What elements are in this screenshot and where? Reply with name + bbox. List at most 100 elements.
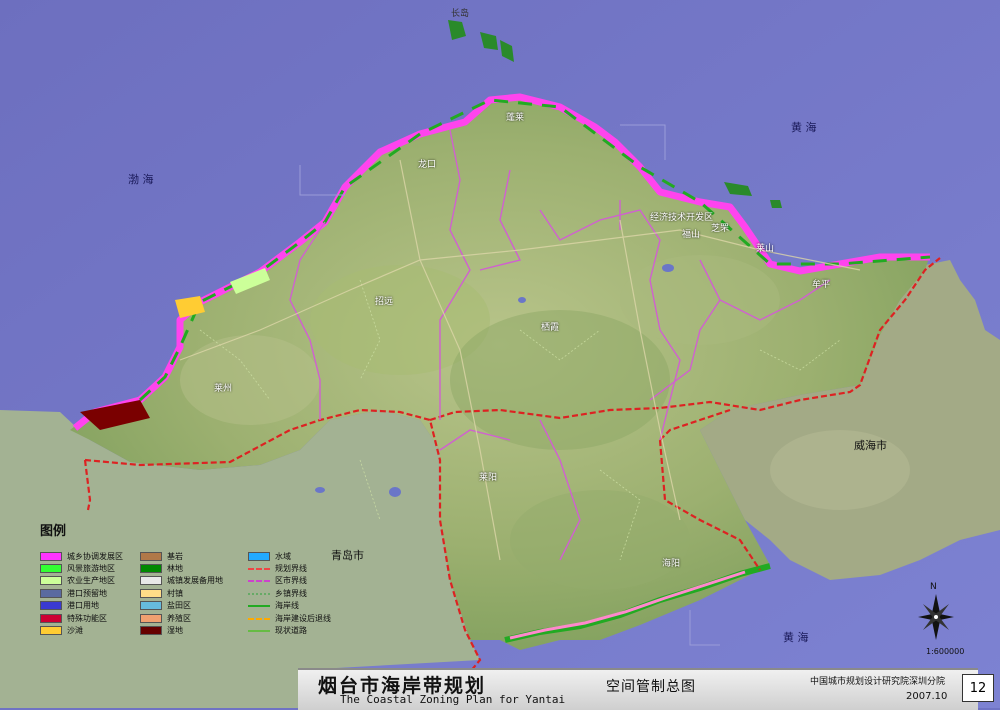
legend-item-label: 农业生产地区 — [67, 576, 115, 586]
legend-item-label: 港口预留地 — [67, 588, 107, 598]
legend-color-swatch — [40, 613, 62, 623]
legend-item: 现状道路 — [248, 624, 331, 636]
north-label: N — [930, 582, 937, 592]
legend-item: 海岸线 — [248, 600, 331, 612]
legend-item-label: 乡镇界线 — [275, 588, 307, 598]
huanghai-south-label: 黄 海 — [783, 631, 809, 644]
legend-item-label: 风景旅游地区 — [67, 564, 115, 574]
reservoir — [389, 487, 401, 497]
map-legend: 图例 城乡协调发展区 风景旅游地区 农业生产地区 港口预留地港口用地特殊功能区沙滩 基… — [38, 520, 368, 670]
page-number: 12 — [962, 674, 994, 702]
place-laishan: 莱山 — [756, 244, 775, 254]
place-zhaoyuan: 招远 — [375, 297, 394, 307]
legend-item: 养殖区 — [140, 612, 223, 624]
place-kaifaqu: 经济技术开发区 — [650, 213, 714, 223]
legend-color-swatch — [40, 626, 62, 636]
legend-item: 规划界线 — [248, 562, 331, 574]
legend-color-swatch — [140, 576, 162, 586]
place-muping: 牟平 — [812, 280, 831, 290]
legend-item-label: 沙滩 — [67, 626, 83, 636]
legend-item-label: 林地 — [167, 564, 183, 574]
north-arrow: N — [916, 582, 956, 644]
place-laizhou: 莱州 — [214, 384, 233, 394]
legend-color-swatch — [248, 551, 270, 561]
legend-item-label: 现状道路 — [275, 626, 307, 636]
legend-item: 沙滩 — [40, 624, 123, 636]
legend-item-label: 村镇 — [167, 588, 183, 598]
weihai-city-label: 威海市 — [854, 439, 887, 452]
legend-item-label: 区市界线 — [275, 576, 307, 586]
legend-item: 城乡协调发展区 — [40, 550, 123, 562]
terrain-patch — [180, 335, 320, 425]
legend-column-zones: 城乡协调发展区 风景旅游地区 农业生产地区 港口预留地港口用地特殊功能区沙滩 — [40, 550, 123, 637]
legend-column-lines: 水域规划界线区市界线乡镇界线海岸线海岸建设后退线 现状道路 — [248, 550, 331, 637]
map-subtitle: 空间管制总图 — [606, 679, 696, 695]
legend-item-label: 湿地 — [167, 626, 183, 636]
legend-color-swatch — [140, 564, 162, 574]
map-scale: 1:600000 — [926, 647, 965, 656]
terrain-patch — [450, 310, 670, 450]
legend-item-label: 养殖区 — [167, 613, 191, 623]
place-zhifu: 芝罘 — [711, 224, 730, 234]
terrain-patch — [770, 430, 910, 510]
compass-rose-icon — [918, 594, 954, 640]
reservoir — [662, 264, 674, 272]
place-laiyang: 莱阳 — [479, 473, 498, 483]
place-fushan: 福山 — [682, 230, 701, 240]
legend-item-label: 城乡协调发展区 — [67, 551, 123, 561]
legend-item: 港口用地 — [40, 600, 123, 612]
legend-item: 农业生产地区 — [40, 575, 123, 587]
legend-item-label: 基岩 — [167, 551, 183, 561]
legend-color-swatch — [140, 613, 162, 623]
place-longkou: 龙口 — [418, 160, 437, 170]
place-changdao: 长岛 — [451, 9, 470, 19]
legend-item: 风景旅游地区 — [40, 562, 123, 574]
legend-title: 图例 — [40, 524, 67, 539]
legend-item: 特殊功能区 — [40, 612, 123, 624]
reservoir — [518, 297, 526, 303]
kongtong-island — [770, 200, 782, 208]
legend-color-swatch — [140, 626, 162, 636]
legend-color-swatch — [40, 588, 62, 598]
map-date: 2007.10 — [906, 691, 948, 702]
legend-item: 城镇发展备用地 — [140, 575, 223, 587]
legend-item: 港口预留地 — [40, 587, 123, 599]
reservoir — [315, 487, 325, 493]
legend-line-swatch — [248, 614, 270, 623]
legend-item-label: 特殊功能区 — [67, 613, 107, 623]
legend-color-swatch — [40, 601, 62, 611]
legend-color-swatch — [40, 564, 62, 574]
legend-line-swatch — [248, 564, 270, 573]
bohai-sea-label: 渤 海 — [128, 173, 154, 186]
legend-item: 基岩 — [140, 550, 223, 562]
legend-item-label: 海岸线 — [275, 601, 299, 611]
legend-item: 乡镇界线 — [248, 587, 331, 599]
legend-color-swatch — [40, 551, 62, 561]
legend-item: 村镇 — [140, 587, 223, 599]
legend-item: 湿地 — [140, 624, 223, 636]
legend-item-label: 规划界线 — [275, 564, 307, 574]
legend-color-swatch — [140, 601, 162, 611]
legend-line-swatch — [248, 626, 270, 635]
legend-column-landuse: 基岩林地城镇发展备用地 村镇盐田区 养殖区湿地 — [140, 550, 223, 637]
legend-item: 海岸建设后退线 — [248, 612, 331, 624]
legend-item-label: 海岸建设后退线 — [275, 613, 331, 623]
legend-line-swatch — [248, 601, 270, 610]
legend-item-label: 城镇发展备用地 — [167, 576, 223, 586]
title-bar: 烟台市海岸带规划 The Coastal Zoning Plan for Yan… — [298, 668, 978, 710]
legend-item-label: 水域 — [275, 551, 291, 561]
terrain-patch — [510, 490, 690, 590]
legend-item: 区市界线 — [248, 575, 331, 587]
legend-color-swatch — [140, 551, 162, 561]
legend-line-swatch — [248, 589, 270, 598]
legend-item-label: 港口用地 — [67, 601, 99, 611]
map-title-english: The Coastal Zoning Plan for Yantai — [340, 693, 566, 706]
legend-item: 盐田区 — [140, 600, 223, 612]
legend-item: 水域 — [248, 550, 331, 562]
legend-item: 林地 — [140, 562, 223, 574]
legend-color-swatch — [140, 588, 162, 598]
place-qixia: 栖霞 — [541, 323, 560, 333]
institute-name: 中国城市规划设计研究院深圳分院 — [810, 677, 946, 687]
place-haiyang: 海阳 — [662, 559, 681, 569]
huanghai-north-label: 黄 海 — [791, 121, 817, 134]
